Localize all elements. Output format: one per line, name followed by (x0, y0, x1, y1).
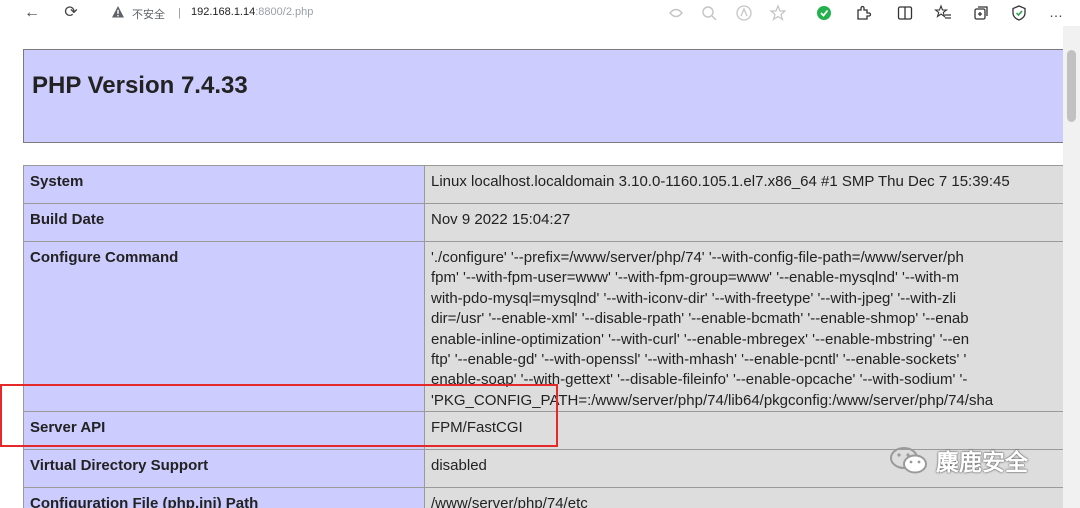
security-status[interactable]: 不安全 (132, 6, 165, 22)
favorite-star-icon[interactable] (769, 4, 787, 22)
configure-line: './configure' '--prefix=/www/server/php/… (431, 249, 964, 266)
browser-essentials-icon[interactable] (1010, 4, 1028, 22)
extension-green-icon[interactable] (815, 4, 833, 22)
row-value: Linux localhost.localdomain 3.10.0-1160.… (424, 165, 1080, 204)
back-arrow-icon: ← (24, 4, 40, 21)
configure-line: dir=/usr' '--enable-xml' '--disable-rpat… (431, 310, 969, 328)
highlight-box (0, 384, 558, 447)
configure-line: fpm' '--with-fpm-user=www' '--with-fpm-g… (431, 269, 960, 287)
wechat-logo-icon (890, 447, 927, 474)
scrollbar-thumb[interactable] (1067, 50, 1076, 122)
reload-button[interactable]: ⟳ (61, 3, 81, 23)
table-row-system: System Linux localhost.localdomain 3.10.… (23, 165, 1080, 204)
more-icon: … (1049, 4, 1063, 20)
table-row-build-date: Build Date Nov 9 2022 15:04:27 (23, 203, 1080, 242)
favorites-list-icon[interactable] (934, 4, 952, 22)
row-label: Configuration File (php.ini) Path (23, 487, 425, 508)
row-value: /www/server/php/74/etc (424, 487, 1080, 508)
table-row-config-file-path: Configuration File (php.ini) Path /www/s… (23, 487, 1080, 508)
url-host: 192.168.1.14 (191, 6, 256, 18)
browser-toolbar: ← ⟳ 不安全 | 192.168.1.14:8800/2.php … (0, 0, 1080, 26)
page-title: PHP Version 7.4.33 (32, 72, 248, 99)
back-button[interactable]: ← (22, 3, 42, 23)
reload-icon: ⟳ (64, 4, 78, 21)
row-label: Build Date (23, 203, 425, 242)
vertical-scrollbar[interactable] (1063, 26, 1080, 508)
watermark: 麋鹿安全 (888, 440, 1028, 480)
more-menu-button[interactable]: … (1046, 2, 1066, 22)
zoom-icon[interactable] (700, 4, 718, 22)
configure-line: ftp' '--enable-gd' '--with-openssl' '--w… (431, 350, 967, 368)
address-separator: | (178, 7, 181, 19)
warning-icon[interactable] (111, 5, 125, 19)
url-path: :8800/2.php (255, 6, 314, 18)
configure-line: with-pdo-mysql=mysqlnd' '--with-iconv-di… (431, 289, 957, 307)
php-version-header: PHP Version 7.4.33 (23, 49, 1080, 143)
collections-icon[interactable] (972, 4, 990, 22)
row-label: Virtual Directory Support (23, 449, 425, 489)
watermark-text: 麋鹿安全 (936, 450, 1028, 476)
address-bar[interactable]: 192.168.1.14:8800/2.php (191, 6, 313, 18)
row-label: System (23, 165, 425, 204)
immersive-reader-icon[interactable] (735, 4, 753, 22)
read-aloud-icon[interactable] (667, 4, 685, 22)
extensions-puzzle-icon[interactable] (854, 4, 872, 22)
configure-line: enable-inline-optimization' '--with-curl… (431, 330, 970, 348)
split-screen-icon[interactable] (896, 4, 914, 22)
row-value: Nov 9 2022 15:04:27 (424, 203, 1080, 242)
